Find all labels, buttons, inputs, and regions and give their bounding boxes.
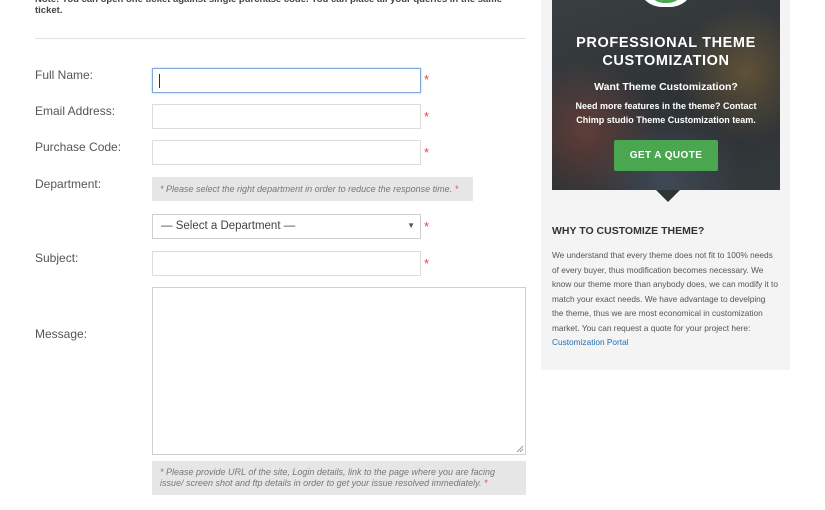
message-label: Message: [35,327,88,341]
banner-subtitle: Want Theme Customization? [594,81,738,93]
why-customize-body: We understand that every theme does not … [552,250,778,333]
department-label: Department: [35,177,102,191]
department-select-value: — Select a Department — [161,220,296,232]
subject-input[interactable] [152,251,421,276]
customization-portal-link[interactable]: Customization Portal [552,337,629,347]
required-mark: * [424,109,430,124]
full-name-label: Full Name: [35,68,94,82]
required-mark: * [424,72,430,87]
subject-label: Subject: [35,251,79,265]
message-hint-text: * Please provide URL of the site, Login … [160,467,496,488]
required-mark: * [424,219,430,234]
required-mark: * [454,184,459,194]
required-mark: * [484,478,488,488]
full-name-input[interactable] [152,68,421,93]
email-label: Email Address: [35,104,116,118]
purchase-code-label: Purchase Code: [35,140,122,154]
dropdown-arrow-icon: ▼ [407,221,415,230]
department-select[interactable]: — Select a Department — ▼ [152,214,421,239]
banner-description: Need more features in the theme? Contact… [575,101,757,125]
why-customize-title: WHY TO CUSTOMIZE THEME? [552,225,705,237]
required-mark: * [424,256,430,271]
department-hint: * Please select the right department in … [152,177,473,201]
banner-title: PROFESSIONAL THEME CUSTOMIZATION [576,35,756,69]
text-caret [159,74,160,88]
get-a-quote-button[interactable]: GET A QUOTE [614,140,718,171]
why-customize-text: We understand that every theme does not … [552,248,778,350]
purchase-code-input[interactable] [152,140,421,165]
message-textarea[interactable] [152,287,526,455]
banner-pointer [656,190,680,202]
ticket-note: Note: You can open one ticket against si… [35,0,502,16]
customization-banner: ✎ PROFESSIONAL THEME CUSTOMIZATION Want … [552,0,780,190]
resize-handle-icon[interactable] [516,445,524,453]
divider [35,38,526,39]
email-input[interactable] [152,104,421,129]
department-hint-text: * Please select the right department in … [160,184,453,194]
message-hint: * Please provide URL of the site, Login … [152,461,526,495]
pencil-icon: ✎ [656,0,664,4]
required-mark: * [424,145,430,160]
